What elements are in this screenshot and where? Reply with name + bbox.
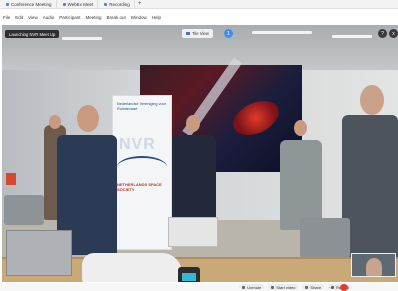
banner-logo: NVR [119,136,156,153]
app-icon [6,2,9,6]
more-options-button[interactable]: ... [329,284,333,290]
menu-view[interactable]: View [28,15,38,20]
self-view-thumbnail[interactable] [351,253,396,277]
menu-window[interactable]: Window [131,15,147,20]
banner-bottom-text: NETHERLANDS SPACE SOCIETY [117,182,162,193]
tab-label: Conference Meeting [11,1,52,7]
person-head [49,115,61,129]
person-grey-shirt [280,140,322,230]
meeting-toolbar: Unmute Start video Share Record [0,283,398,291]
menu-file[interactable]: File [3,15,10,20]
mute-button[interactable]: Unmute [239,284,265,290]
share-label: Share [310,284,322,290]
main-video[interactable]: Nederlandse Vereniging voor Ruimtevaart … [2,25,398,282]
tab-recording[interactable]: Recording [100,0,135,8]
tab-webex[interactable]: WebEx Meet [59,0,99,8]
menu-meeting[interactable]: Meeting [86,15,102,20]
share-icon [305,285,309,289]
menu-bar: File Edit View Audio Participant Meeting… [0,12,398,22]
banner-swoosh [117,156,167,178]
new-tab-icon[interactable]: + [138,1,142,7]
menu-edit[interactable]: Edit [15,15,23,20]
microphone-icon [242,285,246,289]
camera-icon [186,32,190,35]
leave-button[interactable] [340,284,348,291]
ceiling-light [62,37,102,40]
chair [300,218,350,258]
person-head [77,105,99,132]
red-object [6,173,16,185]
person-right [342,115,398,265]
close-icon[interactable]: x [389,29,398,38]
person-center [172,135,216,230]
mute-label: Unmute [247,284,262,290]
app-icon [62,2,66,6]
ceiling-light [332,35,372,38]
banner-top-text: Nederlandse Vereniging voor Ruimtevaart [117,102,166,111]
app-icon [104,2,108,6]
chair [4,195,44,225]
share-button[interactable]: Share [302,284,325,290]
ceiling-light [252,31,312,34]
tab-label: Recording [109,1,130,7]
menu-audio[interactable]: Audio [43,15,55,20]
help-icon[interactable]: ? [378,29,387,38]
menu-help[interactable]: Help [152,15,161,20]
self-view-person [366,258,382,276]
tab-conference[interactable]: Conference Meeting [2,0,57,8]
person-head [294,120,307,136]
view-button-label: Tile View [192,31,209,36]
person-head [360,85,384,115]
tab-label: WebEx Meet [67,1,94,7]
laptop [6,230,72,276]
camera-icon [271,285,275,289]
nvr-banner: Nederlandse Vereniging voor Ruimtevaart … [112,95,172,250]
meeting-name-badge[interactable]: Launching NVR Meet Up [5,30,60,38]
menu-breakout[interactable]: Break out [107,15,126,20]
person-head [186,115,200,132]
box-on-table [168,217,218,247]
menu-participant[interactable]: Participant [59,15,80,20]
video-button[interactable]: Start video [268,284,299,290]
conference-speaker [178,267,200,282]
notification-badge[interactable]: 1 [224,29,233,38]
browser-tab-bar: Conference Meeting WebEx Meet Recording … [0,0,398,9]
cloth [82,253,182,282]
video-label: Start video [276,284,296,290]
view-button[interactable]: Tile View [182,29,213,38]
speaker-screen [182,273,196,281]
